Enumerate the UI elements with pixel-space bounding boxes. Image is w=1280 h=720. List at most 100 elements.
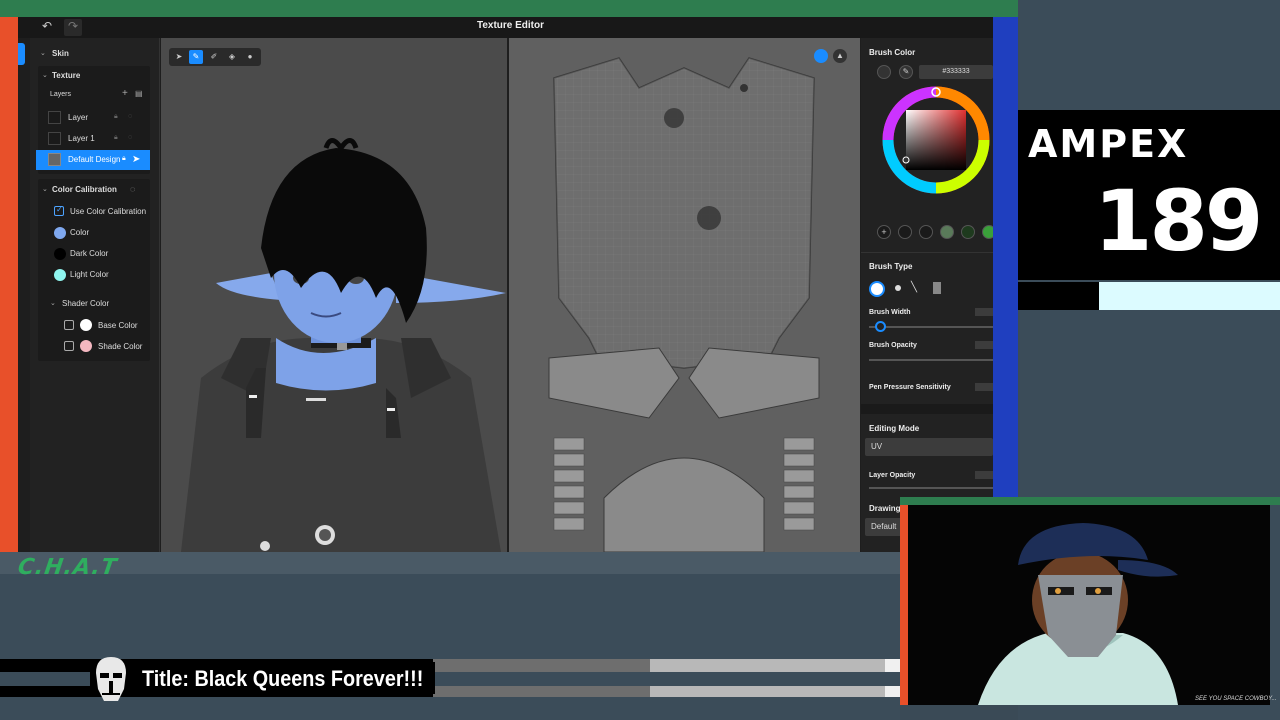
brush-width-label: Brush Width	[869, 309, 911, 316]
chevron-down-icon: ⌄	[42, 72, 48, 79]
layer-label: Layer	[68, 113, 89, 122]
color-calibration-section: ⌄ Color Calibration ◌ Use Color Calibrat…	[38, 179, 150, 361]
soft-brush-icon[interactable]	[895, 285, 901, 291]
layer-row[interactable]: Layer 🔒︎ ◌	[38, 108, 168, 128]
shade-color-swatch[interactable]	[80, 340, 92, 352]
base-color-label: Base Color	[98, 321, 138, 330]
brush-width-slider[interactable]	[869, 326, 993, 328]
title-bar-stripe	[650, 686, 885, 697]
slider-handle[interactable]	[875, 321, 886, 332]
color-row[interactable]: Color	[38, 223, 168, 243]
skin-section[interactable]: ⌄ Skin	[30, 44, 160, 64]
eraser-icon[interactable]: ✐	[207, 50, 221, 64]
hex-input[interactable]: #333333	[919, 65, 993, 79]
mask-logo-icon	[96, 657, 126, 701]
editing-mode-select[interactable]: UV	[865, 438, 993, 456]
brush-opacity-value[interactable]	[975, 341, 993, 349]
badge-stripe-light	[1099, 282, 1280, 310]
layer-opacity-value[interactable]	[975, 471, 993, 479]
visibility-icon[interactable]: ◌	[128, 113, 132, 120]
current-color-swatch[interactable]	[877, 65, 891, 79]
song-title: Title: Black Queens Forever!!!	[142, 666, 424, 691]
tool-palette: ➤ ✎ ✐ ◈ ●	[169, 48, 261, 66]
brush-icon[interactable]: ✎	[189, 50, 203, 64]
shade-color-checkbox[interactable]	[64, 341, 74, 351]
select-icon[interactable]: ➤	[172, 50, 186, 64]
lock-icon[interactable]: 🔒︎	[114, 113, 118, 121]
line-brush-icon[interactable]: ╲	[911, 282, 917, 293]
layer-thumbnail	[48, 111, 61, 124]
add-swatch-icon[interactable]: +	[877, 225, 891, 239]
dark-color-label: Dark Color	[70, 249, 109, 258]
texture-header[interactable]: ⌄ Texture	[38, 66, 168, 86]
layers-panel: ⌄ Skin ⌄ Texture Layers + ▤ Layer 🔒︎ ◌ L…	[30, 38, 160, 552]
editing-mode-label: Editing Mode	[869, 424, 920, 433]
pen-pressure-label: Pen Pressure Sensitivity	[869, 384, 951, 391]
skin-label: Skin	[52, 49, 69, 58]
texture-label: Texture	[52, 71, 81, 80]
color-calibration-header[interactable]: ⌄ Color Calibration ◌	[38, 180, 168, 200]
brush-color-label: Brush Color	[869, 48, 916, 57]
reset-icon[interactable]: ◌	[130, 184, 135, 194]
dark-color-swatch[interactable]	[54, 248, 66, 260]
uv-texture-view[interactable]: ▲	[509, 38, 860, 552]
palette-swatch[interactable]	[961, 225, 975, 239]
chevron-down-icon: ⌄	[42, 186, 48, 193]
eyedropper-icon[interactable]: ✎	[899, 65, 913, 79]
use-color-calibration-checkbox[interactable]	[54, 205, 64, 216]
add-layer-icon[interactable]: +	[122, 88, 128, 99]
palette-swatch[interactable]	[898, 225, 912, 239]
base-color-checkbox[interactable]	[64, 320, 74, 330]
episode-number: 189	[1094, 172, 1263, 270]
palette-swatch[interactable]	[982, 225, 993, 239]
brush-opacity-label: Brush Opacity	[869, 342, 917, 349]
chat-logo: C.H.A.T	[16, 555, 119, 580]
base-color-swatch[interactable]	[80, 319, 92, 331]
light-color-row[interactable]: Light Color	[38, 265, 168, 285]
layers-label: Layers	[50, 91, 72, 98]
mouse-cursor-icon: ➤	[132, 154, 141, 165]
title-bar-stripe	[650, 659, 885, 672]
layer-row-selected[interactable]: Default Design 🔒︎ ➤	[36, 150, 150, 170]
divider	[861, 404, 993, 414]
palette-swatch[interactable]	[940, 225, 954, 239]
color-label: Color	[70, 228, 90, 237]
dropper-icon[interactable]: ●	[243, 50, 257, 64]
view-mode-toggle[interactable]	[814, 49, 828, 63]
title-bar: ↶ ↷ Texture Editor	[18, 17, 993, 38]
layer-row[interactable]: Layer 1 🔒︎ ◌	[38, 129, 168, 149]
use-color-calibration-row[interactable]: Use Color Calibration	[38, 202, 168, 222]
light-color-swatch[interactable]	[54, 269, 66, 281]
brush-opacity-slider[interactable]	[869, 359, 993, 361]
round-brush-icon[interactable]	[869, 281, 885, 297]
webcam-frame-right	[1270, 505, 1280, 705]
person-view-icon[interactable]: ▲	[833, 49, 847, 63]
lock-icon[interactable]: 🔒︎	[114, 134, 118, 142]
chat-strip	[0, 552, 900, 574]
side-tab-indicator[interactable]	[18, 43, 25, 65]
dark-color-row[interactable]: Dark Color	[38, 244, 168, 264]
layer-opacity-slider[interactable]	[869, 487, 993, 489]
texture-section: ⌄ Texture Layers + ▤ Layer 🔒︎ ◌ Layer 1 …	[36, 66, 150, 174]
color-wheel[interactable]	[881, 85, 993, 197]
layer-settings-icon[interactable]: ▤	[135, 89, 143, 98]
shade-color-row[interactable]: Shade Color	[38, 337, 168, 357]
lock-icon[interactable]: 🔒︎	[122, 155, 126, 163]
base-color-row[interactable]: Base Color	[38, 316, 168, 336]
fill-icon[interactable]: ◈	[225, 50, 239, 64]
palette-swatch[interactable]	[919, 225, 933, 239]
badge-stripe-dark	[1018, 282, 1099, 310]
shader-color-label: Shader Color	[62, 299, 110, 308]
pen-pressure-toggle[interactable]	[975, 383, 993, 391]
brush-width-value[interactable]	[975, 308, 993, 316]
visibility-icon[interactable]: ◌	[128, 134, 132, 141]
layer-thumbnail	[48, 153, 61, 166]
color-calibration-label: Color Calibration	[52, 185, 117, 194]
pattern-brush-icon[interactable]	[933, 282, 941, 294]
shader-color-header[interactable]: ⌄ Shader Color	[38, 294, 168, 314]
divider	[861, 252, 993, 253]
color-swatch[interactable]	[54, 227, 66, 239]
model-viewport[interactable]: ➤ ✎ ✐ ◈ ●	[161, 38, 507, 552]
title-bar-stripe	[433, 686, 650, 697]
layer-label: Layer 1	[68, 134, 95, 143]
